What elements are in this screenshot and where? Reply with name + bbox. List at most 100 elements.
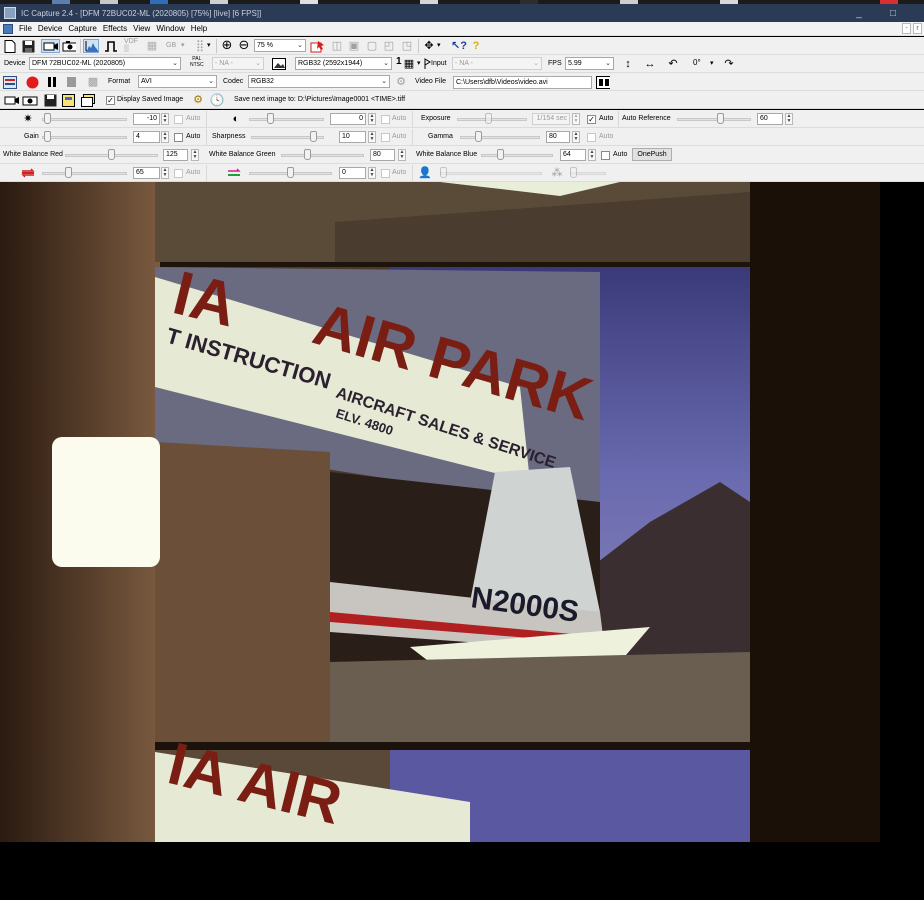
exposure-auto-checkbox[interactable]: ✓ <box>587 115 596 124</box>
move-dropdown-arrow[interactable]: ▾ <box>437 41 441 51</box>
mdi-child-icon[interactable] <box>3 23 13 34</box>
red-green-balance-slider[interactable] <box>65 167 73 178</box>
brightness-slider[interactable] <box>43 113 51 124</box>
rotate-right-icon[interactable]: ↷ <box>722 57 736 71</box>
video-file-browse-icon[interactable] <box>596 75 610 89</box>
gamma-spinner[interactable]: ▲ ▼ <box>572 131 580 143</box>
gamma-auto-checkbox <box>587 133 596 142</box>
zoom-select[interactable]: 75 % ⌄ <box>254 39 306 52</box>
image-live-icon[interactable] <box>3 93 21 107</box>
minimize-button[interactable]: _ <box>846 4 872 22</box>
gamma-value[interactable]: 80 <box>546 131 570 143</box>
image-settings-icon[interactable]: ⚙ <box>191 93 205 107</box>
menu-device[interactable]: Device <box>35 24 65 33</box>
gamma-slider[interactable] <box>474 131 482 142</box>
gain-slider[interactable] <box>43 131 51 142</box>
sharpness-value[interactable]: 10 <box>339 131 366 143</box>
record-icon[interactable] <box>25 75 39 89</box>
contrast-value[interactable]: 0 <box>330 113 366 125</box>
wb-red-slider[interactable] <box>108 149 115 160</box>
capture-format-select[interactable]: AVI ⌄ <box>138 75 217 88</box>
gb-dropdown-arrow[interactable]: ▾ <box>181 41 185 51</box>
magenta-green-balance-slider[interactable] <box>287 167 294 178</box>
display-saved-image-checkbox[interactable]: ✓ <box>106 96 115 105</box>
maximize-button[interactable]: □ <box>880 4 906 22</box>
flip-horizontal-icon[interactable]: ↔ <box>643 57 657 71</box>
save-image-icon[interactable] <box>43 93 57 107</box>
magenta-green-balance-value[interactable]: 0 <box>339 167 366 179</box>
wb-green-slider[interactable] <box>303 149 311 160</box>
brightness-spinner[interactable]: ▲ ▼ <box>161 113 169 125</box>
snap-image-icon[interactable] <box>62 39 76 53</box>
brightness-value[interactable]: -10 <box>133 113 160 125</box>
menu-view[interactable]: View <box>130 24 153 33</box>
codec-select[interactable]: RGB32 ⌄ <box>248 75 390 88</box>
device-select[interactable]: DFM 72BUC02-ML (2020805) ⌄ <box>29 57 181 70</box>
fps-select[interactable]: 5.99 ⌄ <box>565 57 614 70</box>
auto-reference-slider[interactable] <box>717 113 725 124</box>
device-toolbar: Device DFM 72BUC02-ML (2020805) ⌄ PAL NTSC… <box>0 55 924 73</box>
menu-file[interactable]: File <box>16 24 35 33</box>
save-sequence-icon[interactable] <box>81 93 95 107</box>
menu-window[interactable]: Window <box>153 24 187 33</box>
mdi-minimize-button[interactable]: - <box>902 23 911 34</box>
sharpness-auto-checkbox <box>381 133 390 142</box>
gain-value[interactable]: 4 <box>133 131 160 143</box>
wb-blue-value[interactable]: 64 <box>560 149 586 161</box>
wb-green-spinner[interactable]: ▲ ▼ <box>398 149 406 161</box>
frame-grid-icon[interactable]: ▦ <box>402 57 416 71</box>
video-file-field[interactable]: C:\Users\dfb\Videos\video.avi <box>453 76 592 89</box>
video-file-label: Video File <box>415 78 447 85</box>
wb-auto-checkbox[interactable] <box>601 151 610 160</box>
auto-reference-spinner[interactable]: ▲ ▼ <box>785 113 793 125</box>
menu-capture[interactable]: Capture <box>65 24 99 33</box>
rotate-left-icon[interactable]: ↶ <box>666 57 680 71</box>
mdi-restore-button[interactable]: r <box>913 23 922 34</box>
live-video-display[interactable]: N2000S IA AIR PARK T INSTRUCTION AIRCRAF… <box>0 182 880 842</box>
pause-icon[interactable] <box>45 75 59 89</box>
help-icon[interactable]: ? <box>469 39 483 53</box>
pixel-grid-icon: ⣿ <box>195 40 205 52</box>
wb-blue-spinner[interactable]: ▲ ▼ <box>588 149 596 161</box>
rotation-dropdown-arrow[interactable]: ▾ <box>710 59 714 69</box>
capture-settings-icon[interactable] <box>3 75 17 89</box>
video-border-right <box>880 182 924 842</box>
flip-vertical-icon[interactable]: ↕ <box>621 57 635 71</box>
wb-red-spinner[interactable]: ▲ ▼ <box>191 149 199 161</box>
magenta-green-balance-spinner[interactable]: ▲ ▼ <box>368 167 376 179</box>
roi-red-icon[interactable] <box>310 39 324 53</box>
timer-icon[interactable]: 🕓 <box>210 93 225 107</box>
zoom-out-icon[interactable]: ⊖ <box>237 38 251 52</box>
menu-help[interactable]: Help <box>188 24 210 33</box>
red-green-balance-spinner[interactable]: ▲ ▼ <box>161 167 169 179</box>
move-icon[interactable]: ✥ <box>422 39 436 53</box>
onepush-button[interactable]: OnePush <box>632 148 672 161</box>
zoom-in-icon[interactable]: ⊕ <box>220 38 234 52</box>
image-snap-icon[interactable] <box>22 93 38 107</box>
exposure-auto-label: Auto <box>599 115 614 122</box>
red-green-balance-value[interactable]: 65 <box>133 167 160 179</box>
whats-this-icon[interactable]: ↖? <box>451 39 467 53</box>
frame-grid-dropdown-arrow[interactable]: ▾ <box>417 59 421 69</box>
pixel-grid-dropdown-arrow[interactable]: ▾ <box>207 41 211 51</box>
new-document-icon[interactable] <box>3 39 17 53</box>
wb-red-value[interactable]: 125 <box>163 149 188 161</box>
wb-blue-slider[interactable] <box>497 149 505 160</box>
sharpness-slider[interactable] <box>310 131 318 142</box>
menu-effects[interactable]: Effects <box>100 24 130 33</box>
gain-auto-checkbox[interactable] <box>174 133 183 142</box>
trigger-icon[interactable] <box>104 39 118 53</box>
save-image-as-icon[interactable] <box>62 93 76 107</box>
gain-spinner[interactable]: ▲ ▼ <box>161 131 169 143</box>
contrast-slider[interactable] <box>267 113 275 124</box>
contrast-spinner[interactable]: ▲ ▼ <box>368 113 376 125</box>
sharpness-spinner[interactable]: ▲ ▼ <box>368 131 376 143</box>
title-bar: IC Capture 2.4 - [DFM 72BUC02-ML (202080… <box>0 4 924 22</box>
gamma-auto-label: Auto <box>599 133 614 140</box>
video-format-select[interactable]: RGB32 (2592x1944) ⌄ <box>295 57 392 70</box>
wb-green-value[interactable]: 80 <box>370 149 395 161</box>
live-video-icon[interactable] <box>41 39 60 53</box>
auto-reference-value[interactable]: 60 <box>757 113 783 125</box>
save-icon[interactable] <box>21 39 35 53</box>
histogram-icon[interactable] <box>83 39 99 53</box>
